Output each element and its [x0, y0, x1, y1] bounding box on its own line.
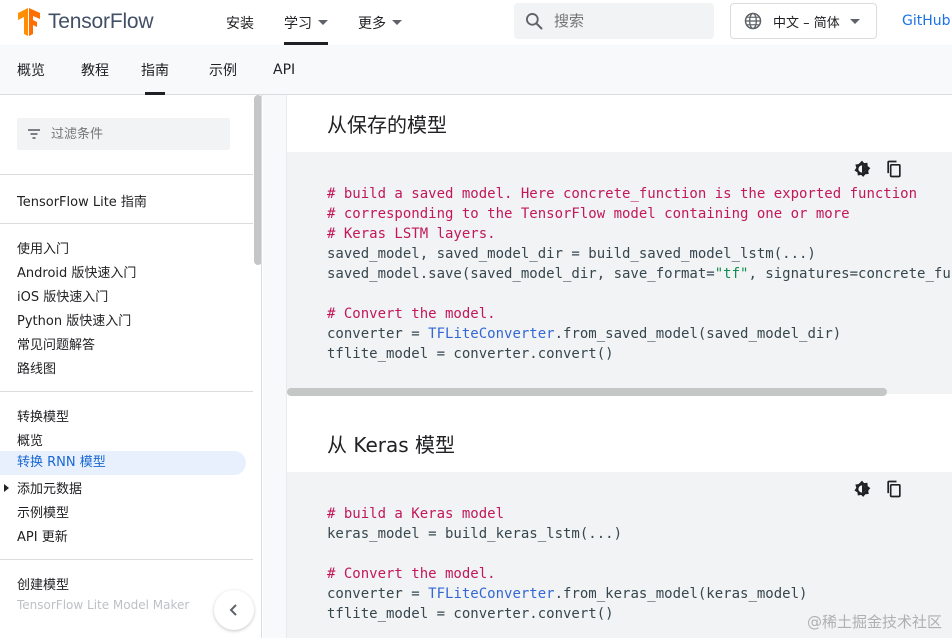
code-comment: # Convert the model.	[327, 306, 496, 322]
code-comment: # Keras LSTM layers.	[327, 226, 496, 242]
sidebar-item-faq[interactable]: 常见问题解答	[17, 334, 95, 353]
code-content: # build a Keras model keras_model = buil…	[327, 504, 807, 624]
tab-label: 概览	[17, 63, 45, 79]
expand-arrow-icon[interactable]	[4, 484, 9, 492]
dark-theme-toggle-icon[interactable]	[852, 479, 872, 499]
tab-overview[interactable]: 概览	[17, 45, 45, 95]
sidebar: TensorFlow Lite 指南 使用入门 Android 版快速入门 iO…	[0, 95, 262, 638]
sidebar-divider	[0, 559, 253, 560]
sidebar-item-android-quickstart[interactable]: Android 版快速入门	[17, 262, 136, 281]
sub-nav: 概览 教程 指南 示例 API	[0, 45, 952, 95]
sidebar-item-python-quickstart[interactable]: Python 版快速入门	[17, 310, 131, 329]
top-bar: TensorFlow 安装 学习 更多 中文 – 简体	[0, 0, 952, 45]
sidebar-item-convert-rnn[interactable]: 转换 RNN 模型	[0, 451, 246, 475]
nav-learn-label: 学习	[284, 15, 312, 32]
dark-theme-toggle-icon[interactable]	[852, 159, 872, 179]
nav-learn[interactable]: 学习	[284, 0, 328, 45]
sidebar-item-model-maker[interactable]: TensorFlow Lite Model Maker	[17, 598, 189, 612]
sidebar-item-roadmap[interactable]: 路线图	[17, 358, 56, 377]
tab-label: API	[273, 62, 296, 78]
code-tools	[852, 159, 904, 179]
sidebar-item-api-updates[interactable]: API 更新	[17, 526, 68, 545]
content-gutter	[263, 95, 287, 638]
section-title-saved-model: 从保存的模型	[327, 113, 447, 137]
sidebar-heading-get-started: 使用入门	[17, 242, 70, 257]
code-line: converter =	[327, 326, 429, 342]
sidebar-scrollbar[interactable]	[254, 95, 261, 265]
code-line: converter =	[327, 586, 429, 602]
code-line: .from_saved_model(saved_model_dir)	[554, 326, 842, 342]
section-title-keras-model: 从 Keras 模型	[327, 433, 456, 457]
top-nav: 安装 学习 更多	[226, 0, 402, 45]
tensorflow-logo[interactable]: TensorFlow	[16, 8, 154, 36]
filter-input[interactable]	[51, 126, 211, 142]
sidebar-item-ios-quickstart[interactable]: iOS 版快速入门	[17, 286, 108, 305]
code-content: # build a saved model. Here concrete_fun…	[327, 184, 951, 364]
sidebar-item-tflite-guide[interactable]: TensorFlow Lite 指南	[17, 191, 147, 210]
globe-icon	[744, 12, 762, 30]
tab-label: 教程	[81, 63, 109, 79]
copy-icon[interactable]	[884, 479, 904, 499]
code-string: "tf"	[714, 266, 749, 282]
copy-icon[interactable]	[884, 159, 904, 179]
code-comment: # build a saved model. Here concrete_fun…	[327, 186, 918, 202]
code-tools	[852, 479, 904, 499]
sidebar-divider	[0, 174, 253, 175]
tab-api[interactable]: API	[273, 45, 295, 95]
code-horizontal-scrollbar[interactable]	[287, 388, 887, 396]
sidebar-heading-create-model: 创建模型	[17, 578, 70, 593]
search-box[interactable]	[514, 3, 714, 39]
code-line: keras_model = build_keras_lstm(...)	[327, 526, 623, 542]
chevron-down-icon	[392, 20, 402, 25]
sidebar-item-add-metadata[interactable]: 添加元数据	[17, 478, 82, 497]
code-line: .from_keras_model(keras_model)	[554, 586, 808, 602]
code-comment: # corresponding to the TensorFlow model …	[327, 206, 850, 222]
code-block-saved-model: # build a saved model. Here concrete_fun…	[287, 152, 952, 396]
nav-more-label: 更多	[358, 15, 386, 32]
code-comment: # build a Keras model	[327, 506, 505, 522]
search-input[interactable]	[554, 12, 694, 30]
code-class: TFLiteConverter	[428, 326, 555, 342]
tab-guide[interactable]: 指南	[141, 45, 169, 95]
github-link[interactable]: GitHub	[902, 13, 951, 29]
language-label: 中文 – 简体	[773, 15, 840, 31]
chevron-down-icon	[318, 20, 328, 25]
search-icon	[526, 13, 543, 30]
sidebar-divider	[0, 223, 253, 224]
code-line: saved_model.save(saved_model_dir, save_f…	[327, 266, 715, 282]
nav-install[interactable]: 安装	[226, 0, 254, 45]
watermark: @稀土掘金技术社区	[806, 613, 942, 631]
sidebar-divider	[0, 391, 253, 392]
code-line: tflite_model = converter.convert()	[327, 606, 614, 622]
code-class: TFLiteConverter	[428, 586, 555, 602]
nav-more[interactable]: 更多	[358, 0, 402, 45]
tab-label: 指南	[141, 63, 169, 79]
sidebar-item-convert-overview[interactable]: 概览	[17, 430, 43, 449]
brand-name: TensorFlow	[48, 10, 154, 33]
collapse-sidebar-button[interactable]	[214, 590, 254, 630]
sidebar-item-example-models[interactable]: 示例模型	[17, 502, 69, 521]
tab-label: 示例	[209, 63, 237, 79]
chevron-left-icon	[229, 604, 237, 616]
nav-install-label: 安装	[226, 15, 254, 32]
sidebar-heading-convert: 转换模型	[17, 410, 70, 425]
main-content: 从保存的模型 # build a saved model. Here concr…	[263, 95, 952, 638]
filter-icon	[28, 129, 40, 139]
tab-tutorials[interactable]: 教程	[81, 45, 109, 95]
filter-box[interactable]	[17, 118, 230, 150]
code-line: tflite_model = converter.convert()	[327, 346, 614, 362]
tab-examples[interactable]: 示例	[209, 45, 237, 95]
code-comment: # Convert the model.	[327, 566, 496, 582]
language-selector[interactable]: 中文 – 简体	[730, 3, 877, 39]
chevron-down-icon	[849, 18, 860, 24]
code-line: saved_model, saved_model_dir = build_sav…	[327, 246, 816, 262]
code-line: , signatures=concrete_fu	[748, 266, 951, 282]
tensorflow-logo-icon	[18, 8, 40, 36]
